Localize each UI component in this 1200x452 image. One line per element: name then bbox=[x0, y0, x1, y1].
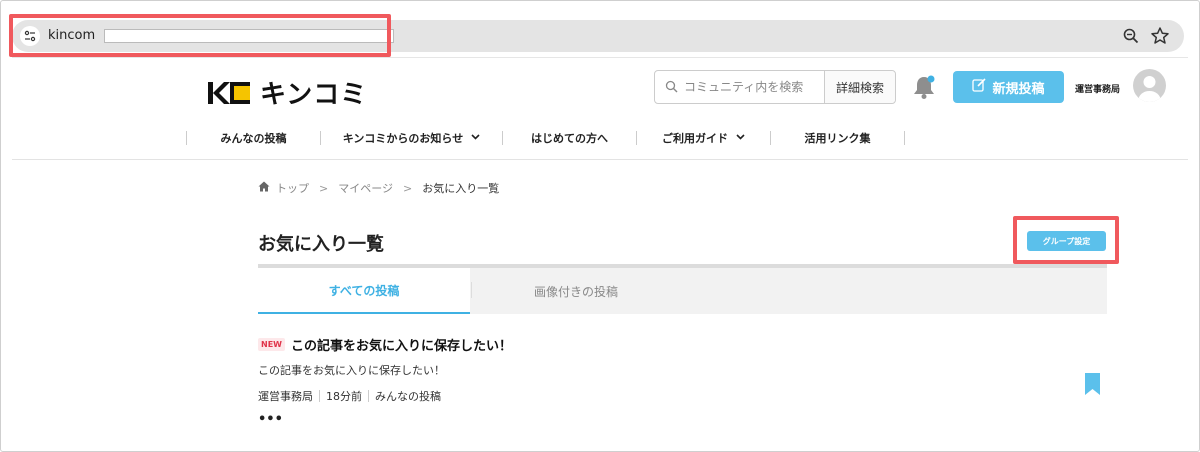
nav-item-label: はじめての方へ bbox=[531, 132, 608, 145]
breadcrumb-home[interactable]: トップ bbox=[276, 180, 309, 196]
user-name[interactable]: 運営事務局 bbox=[1075, 82, 1120, 95]
nav-item-label: 活用リンク集 bbox=[804, 132, 871, 145]
search-input[interactable] bbox=[684, 80, 824, 94]
post-header: NEW この記事をお気に入りに保存したい！ bbox=[258, 335, 512, 354]
zoom-icon[interactable] bbox=[1122, 27, 1140, 45]
more-options-button[interactable]: ••• bbox=[258, 412, 283, 427]
chevron-down-icon bbox=[471, 133, 480, 143]
nav-item-everyone-posts[interactable]: みんなの投稿 bbox=[187, 130, 320, 146]
breadcrumb-separator: > bbox=[319, 181, 329, 195]
nav-separator bbox=[904, 131, 905, 145]
meta-separator bbox=[319, 390, 320, 402]
highlight-box-group-settings bbox=[1013, 216, 1119, 264]
search-field[interactable] bbox=[655, 71, 824, 103]
highlight-box-url bbox=[9, 14, 391, 57]
page-title: お気に入り一覧 bbox=[258, 234, 384, 255]
tab-separator bbox=[471, 282, 472, 298]
logo-text: キンコミ bbox=[260, 80, 368, 110]
toolbar-divider bbox=[12, 57, 1188, 58]
post-meta: 運営事務局 18分前 みんなの投稿 bbox=[258, 388, 441, 404]
nav-item-usage-guide[interactable]: ご利用ガイド bbox=[637, 130, 770, 146]
avatar[interactable] bbox=[1133, 69, 1166, 102]
breadcrumb-mypage[interactable]: マイページ bbox=[338, 180, 393, 196]
post-excerpt: この記事をお気に入りに保存したい！ bbox=[258, 364, 445, 377]
notification-bell-icon[interactable] bbox=[912, 74, 936, 100]
nav-item-getting-started[interactable]: はじめての方へ bbox=[503, 130, 636, 146]
site-logo[interactable]: キンコミ bbox=[208, 74, 367, 111]
logo-mark-icon bbox=[208, 80, 252, 106]
nav-item-label: キンコミからのお知らせ bbox=[342, 132, 464, 145]
new-post-button[interactable]: 新規投稿 bbox=[953, 71, 1064, 103]
breadcrumb-separator: > bbox=[403, 181, 413, 195]
home-icon bbox=[258, 181, 270, 195]
new-post-label: 新規投稿 bbox=[992, 81, 1045, 97]
nav-item-announcements[interactable]: キンコミからのお知らせ bbox=[321, 130, 502, 146]
nav-item-label: みんなの投稿 bbox=[220, 132, 287, 145]
edit-icon bbox=[972, 78, 987, 96]
tab-bar: すべての投稿 画像付きの投稿 bbox=[258, 264, 1107, 314]
search-icon bbox=[665, 78, 678, 97]
bookmark-icon[interactable] bbox=[1084, 372, 1101, 396]
global-nav: みんなの投稿 キンコミからのお知らせ はじめての方へ ご利用ガイド 活用リンク集 bbox=[186, 127, 905, 149]
chevron-down-icon bbox=[736, 133, 745, 143]
star-icon[interactable] bbox=[1150, 26, 1170, 46]
advanced-search-button[interactable]: 詳細検索 bbox=[824, 71, 895, 103]
breadcrumb-current: お気に入り一覧 bbox=[422, 182, 500, 195]
post-time: 18分前 bbox=[326, 390, 362, 403]
tab-image-posts[interactable]: 画像付きの投稿 bbox=[470, 268, 682, 314]
search-box: 詳細検索 bbox=[654, 70, 896, 104]
post-title[interactable]: この記事をお気に入りに保存したい！ bbox=[291, 335, 512, 354]
meta-separator bbox=[368, 390, 369, 402]
post-author[interactable]: 運営事務局 bbox=[258, 388, 313, 404]
nav-item-links[interactable]: 活用リンク集 bbox=[771, 130, 904, 146]
new-badge: NEW bbox=[258, 338, 285, 351]
nav-item-label: ご利用ガイド bbox=[662, 132, 728, 145]
header-divider bbox=[12, 159, 1188, 160]
post-category[interactable]: みんなの投稿 bbox=[375, 388, 441, 404]
tab-all-posts[interactable]: すべての投稿 bbox=[258, 268, 470, 314]
breadcrumb: トップ > マイページ > お気に入り一覧 bbox=[258, 180, 499, 196]
